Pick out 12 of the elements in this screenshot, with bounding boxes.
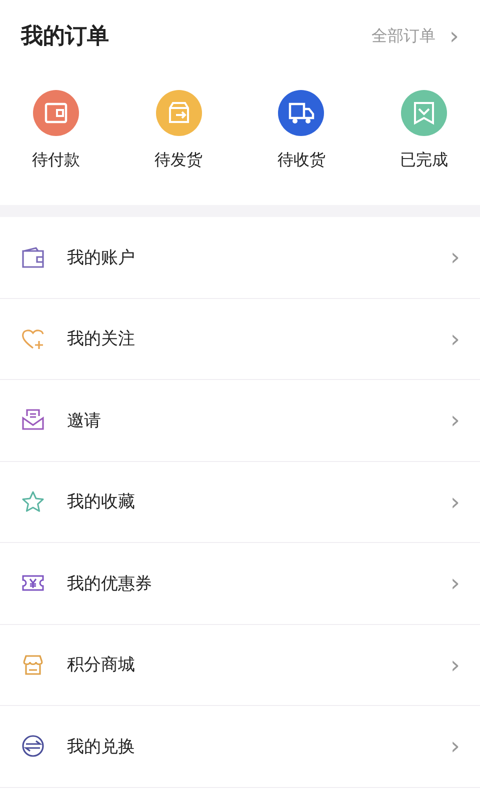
- menu-item[interactable]: 邀请 ›: [0, 380, 480, 462]
- menu-item[interactable]: 我的兑换 ›: [0, 706, 480, 788]
- menu-item[interactable]: 积分商城 ›: [0, 624, 480, 706]
- order-status-button[interactable]: 待付款: [12, 90, 100, 171]
- order-status-button[interactable]: 已完成: [380, 90, 468, 171]
- menu-item[interactable]: 我的账户 ›: [0, 217, 480, 298]
- menu-item[interactable]: 我的优惠券 ›: [0, 543, 480, 624]
- menu-item[interactable]: 我的收藏 ›: [0, 462, 480, 543]
- menu-item[interactable]: 我的关注 ›: [0, 298, 480, 380]
- order-status-button[interactable]: 待发货: [134, 90, 223, 171]
- section-title: 我的订单: [21, 23, 109, 51]
- order-status-button[interactable]: 待收货: [257, 90, 346, 171]
